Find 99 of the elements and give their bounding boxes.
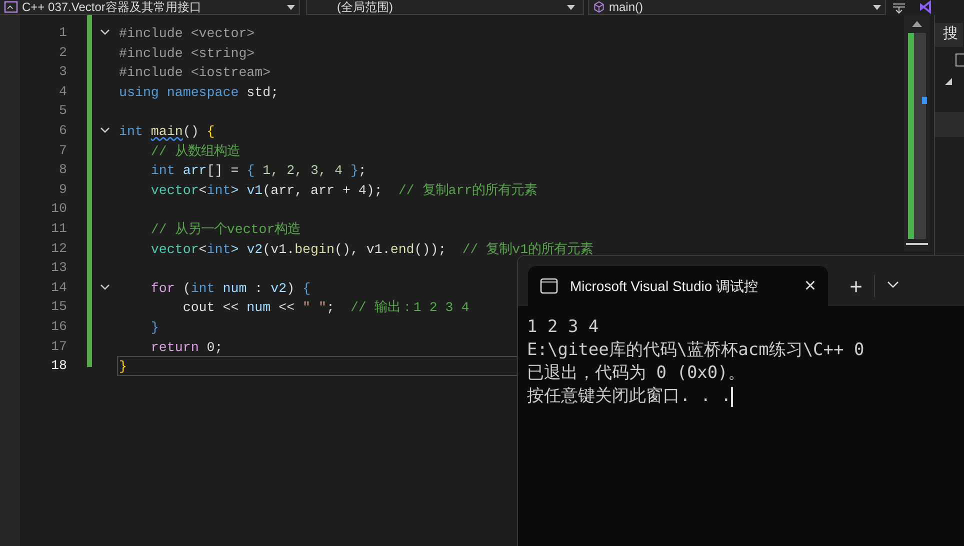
code-token: int bbox=[150, 163, 175, 178]
code-token: } bbox=[350, 163, 358, 178]
line-number: 18 bbox=[51, 357, 67, 376]
scope-dropdown[interactable]: (全局范围) bbox=[306, 0, 584, 15]
line-number: 11 bbox=[51, 220, 67, 238]
line-number: 15 bbox=[51, 298, 67, 316]
code-token: v2 bbox=[270, 280, 287, 296]
code-token: // 从另一个vector构造 bbox=[150, 222, 301, 237]
line-number: 16 bbox=[51, 318, 67, 336]
line-number: 2 bbox=[59, 44, 67, 62]
line-number: 14 bbox=[51, 278, 67, 297]
code-token: cout << bbox=[182, 300, 240, 316]
code-token: (arr, arr + 4); bbox=[262, 182, 384, 198]
line-number: 8 bbox=[59, 161, 67, 180]
expand-icon[interactable] bbox=[945, 78, 952, 85]
line-number: 13 bbox=[51, 259, 67, 278]
code-token: // 复制arr的所有元素 bbox=[398, 182, 538, 198]
caret-icon bbox=[567, 4, 575, 10]
project-icon bbox=[4, 1, 18, 13]
code-token: // 输出：1 2 3 4 bbox=[350, 300, 470, 316]
code-token: return bbox=[150, 340, 199, 354]
line-number: 1 bbox=[59, 24, 67, 42]
cursor-marker bbox=[922, 97, 927, 104]
code-token: : bbox=[254, 280, 264, 296]
code-token: main bbox=[150, 124, 183, 139]
line-number: 7 bbox=[59, 142, 67, 160]
code-token: " " bbox=[302, 300, 326, 316]
member-dropdown[interactable]: main() bbox=[588, 0, 886, 15]
code-token: arr bbox=[182, 163, 207, 178]
line-number: 12 bbox=[51, 240, 67, 258]
code-token: } bbox=[119, 359, 127, 374]
line-number: 4 bbox=[59, 82, 67, 101]
code-token: ; bbox=[326, 300, 336, 316]
code-token: [] = bbox=[206, 163, 240, 178]
code-token: num bbox=[222, 280, 247, 296]
line-number: 9 bbox=[59, 180, 67, 199]
code-token: for bbox=[150, 280, 175, 296]
code-token: std; bbox=[246, 84, 279, 100]
close-button[interactable]: × bbox=[804, 276, 816, 296]
visual-studio-icon[interactable] bbox=[920, 0, 934, 14]
dropdown-icon[interactable] bbox=[887, 281, 899, 289]
scrollbar[interactable] bbox=[904, 15, 930, 251]
position-marker bbox=[906, 243, 928, 245]
code-token: #include <string> bbox=[119, 46, 255, 61]
code-token: vector bbox=[150, 242, 199, 257]
console-output: 1 2 3 4 bbox=[527, 316, 599, 339]
code-token: (v1. bbox=[262, 242, 295, 257]
code-token: < bbox=[198, 242, 207, 257]
code-token: int bbox=[206, 182, 231, 198]
code-token: // 复制v1的所有元素 bbox=[462, 242, 594, 257]
terminal-tab[interactable]: Microsoft Visual Studio 调试控 × bbox=[528, 266, 828, 306]
code-token: int bbox=[206, 242, 231, 257]
code-token: ; bbox=[358, 163, 366, 178]
code-token: } bbox=[150, 320, 159, 335]
line-number: 6 bbox=[59, 122, 67, 140]
code-token: #include <iostream> bbox=[119, 65, 271, 80]
code-token: { bbox=[302, 280, 311, 296]
cube-icon bbox=[593, 1, 605, 13]
code-token: ( bbox=[182, 280, 191, 296]
code-token: end bbox=[390, 242, 414, 257]
code-token: < bbox=[198, 182, 207, 198]
code-token: > v2 bbox=[230, 242, 263, 257]
code-token: ) bbox=[286, 280, 296, 296]
line-number: 17 bbox=[51, 338, 67, 356]
console-icon bbox=[540, 278, 558, 294]
caret-icon bbox=[287, 4, 295, 10]
code-token: num bbox=[246, 300, 271, 316]
console-output: 已退出，代码为 0 (0x0)。 bbox=[527, 362, 745, 385]
code-token: using namespace bbox=[119, 84, 239, 100]
code-token: 1, 2, 3, 4 bbox=[262, 163, 344, 178]
code-token: #include <vector> bbox=[119, 26, 255, 41]
code-token: int bbox=[119, 124, 144, 139]
line-number: 5 bbox=[59, 102, 67, 120]
code-token: 0; bbox=[206, 340, 223, 354]
console-output: E:\gitee库的代码\蓝桥杯acm练习\C++ 0 bbox=[527, 339, 864, 362]
code-token: ()); bbox=[414, 242, 448, 257]
collapse-icon[interactable] bbox=[100, 29, 110, 36]
code-token: // 从数组构造 bbox=[150, 144, 240, 159]
caret-icon bbox=[873, 4, 881, 10]
line-number: 10 bbox=[51, 200, 67, 218]
console-output: 按任意键关闭此窗口. . . bbox=[527, 385, 732, 408]
code-token: > v1 bbox=[230, 182, 263, 198]
code-token: { bbox=[206, 124, 215, 139]
project-dropdown[interactable]: C++ 037.Vector容器及其常用接口 bbox=[0, 0, 300, 15]
code-token: vector bbox=[150, 182, 199, 198]
code-token: () bbox=[182, 124, 200, 139]
scroll-up-icon[interactable] bbox=[912, 21, 922, 27]
search-field[interactable]: 搜 bbox=[935, 23, 963, 47]
collapse-icon[interactable] bbox=[100, 127, 110, 134]
new-tab-button[interactable]: + bbox=[838, 266, 874, 306]
document-icon[interactable] bbox=[955, 53, 964, 67]
tab-title: Microsoft Visual Studio 调试控 bbox=[570, 276, 760, 296]
line-number: 3 bbox=[59, 63, 67, 82]
code-token: (), v1. bbox=[334, 242, 390, 257]
code-token: << bbox=[278, 300, 296, 316]
code-token: int bbox=[190, 280, 215, 296]
code-token: { bbox=[246, 163, 255, 178]
collapse-icon[interactable] bbox=[100, 284, 110, 292]
code-token: begin bbox=[294, 242, 334, 257]
